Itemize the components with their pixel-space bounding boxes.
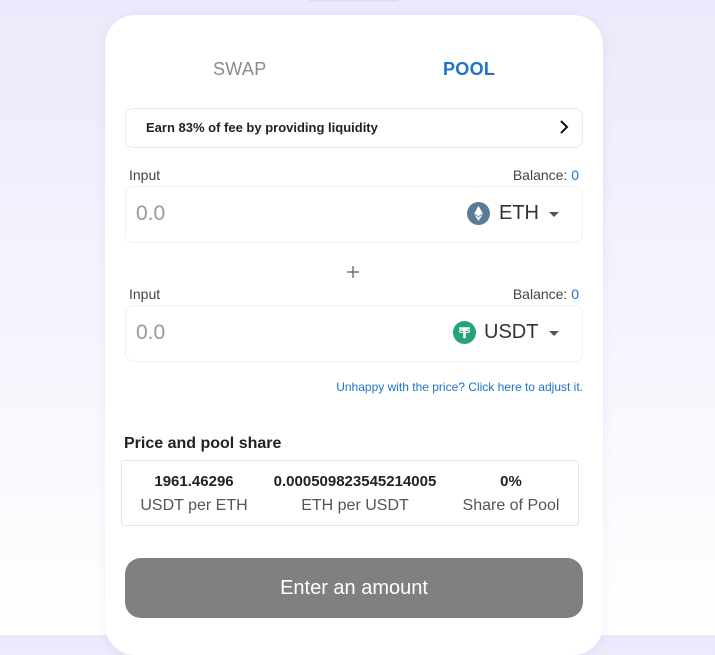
tab-swap[interactable]: SWAP: [213, 59, 267, 80]
tether-icon: [453, 321, 476, 344]
price-label: ETH per USDT: [301, 497, 409, 514]
pool-share-value: 0%: [500, 473, 522, 490]
chevron-right-icon: [560, 120, 569, 134]
balance-display: Balance: 0: [513, 167, 579, 183]
balance-label: Balance:: [512, 167, 568, 183]
price-label: USDT per ETH: [140, 497, 248, 514]
token-symbol: USDT: [484, 321, 539, 343]
balance-value: 0: [571, 286, 579, 302]
balance-label: Balance:: [512, 286, 568, 302]
caret-down-icon: [549, 212, 559, 217]
input-label: Input: [129, 286, 161, 302]
token-select-eth[interactable]: ETH: [467, 197, 562, 231]
token-input-eth: ETH: [125, 186, 583, 243]
amount-input-eth[interactable]: [136, 199, 386, 229]
balance-display: Balance: 0: [513, 286, 579, 302]
token-symbol: ETH: [499, 202, 539, 224]
balance-value: 0: [571, 167, 579, 183]
price-pool-share-panel: 1961.46296 USDT per ETH 0.00050982354521…: [121, 460, 579, 526]
top-decoration: [308, 0, 400, 2]
price-value: 1961.46296: [154, 473, 234, 490]
caret-down-icon: [549, 331, 559, 336]
mode-tabs: SWAP POOL: [105, 59, 603, 81]
ethereum-icon: [467, 202, 490, 225]
pool-card: SWAP POOL Earn 83% of fee by providing l…: [105, 15, 603, 655]
input-label: Input: [129, 167, 161, 183]
promo-text: Earn 83% of fee by providing liquidity: [146, 120, 378, 135]
token-select-usdt[interactable]: USDT: [453, 316, 562, 350]
liquidity-promo-banner[interactable]: Earn 83% of fee by providing liquidity: [125, 108, 583, 148]
adjust-price-link[interactable]: Unhappy with the price? Click here to ad…: [336, 380, 583, 394]
token-input-usdt: USDT: [125, 305, 583, 362]
price-pool-share-title: Price and pool share: [124, 435, 282, 452]
price-item-usdt-per-eth: 1961.46296 USDT per ETH: [122, 461, 266, 525]
enter-amount-button[interactable]: Enter an amount: [125, 558, 583, 618]
pool-share-label: Share of Pool: [462, 497, 560, 514]
price-item-share-of-pool: 0% Share of Pool: [452, 461, 570, 525]
price-item-eth-per-usdt: 0.000509823545214005 ETH per USDT: [262, 461, 448, 525]
amount-input-usdt[interactable]: [136, 318, 386, 348]
plus-icon: [347, 266, 359, 278]
price-value: 0.000509823545214005: [273, 473, 437, 490]
tab-pool[interactable]: POOL: [443, 59, 495, 80]
